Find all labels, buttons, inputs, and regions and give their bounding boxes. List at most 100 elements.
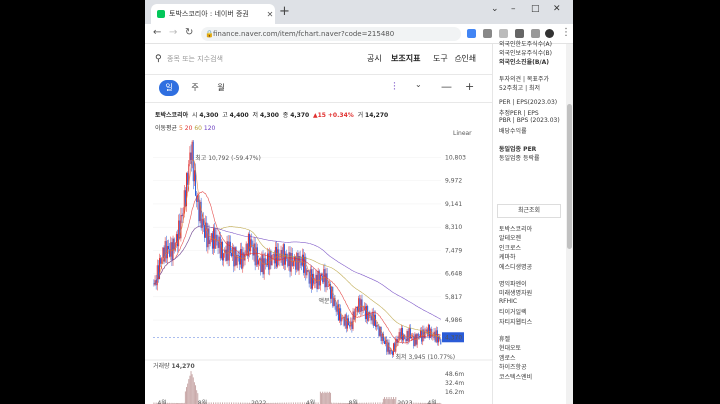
recent-stock-link[interactable]: 케마하 [499, 252, 516, 261]
recent-stock-link[interactable]: 에스디생명공 [499, 262, 532, 271]
candle-body [215, 234, 217, 249]
candle-body [308, 271, 310, 284]
volume-bar [391, 399, 393, 404]
candle-body [189, 152, 191, 165]
recent-stock-link[interactable]: 자티지웹티스 [499, 317, 532, 326]
volume-axis-tick: 48.6m [445, 371, 464, 378]
candle-body [273, 254, 275, 264]
stock-info-item: 동일업종 등락률 [499, 155, 540, 162]
candle-body [231, 252, 233, 257]
candle-body [290, 253, 292, 272]
candle-body [414, 334, 416, 347]
recent-views-tab[interactable]: 최근조회 [497, 204, 561, 218]
zoom-in-icon[interactable]: + [465, 80, 474, 93]
recent-stock-link[interactable]: 토박스코리아 [499, 224, 532, 233]
recent-stock-link[interactable]: 명익파엔이 [499, 279, 527, 288]
reload-icon[interactable]: ↻ [185, 27, 193, 38]
recent-stock-link[interactable]: 현대오토 [499, 343, 521, 352]
candle-body [375, 314, 377, 327]
new-tab-button[interactable]: + [279, 5, 290, 19]
candle-body [213, 228, 215, 249]
search-input[interactable]: ⚲ 종목 또는 지수검색 [155, 52, 305, 66]
bookmark-star-icon[interactable] [499, 29, 508, 38]
lock-icon: 🔒 [205, 30, 214, 38]
candle-body [164, 241, 166, 262]
candle-body [272, 254, 274, 256]
browser-window: 토박스코리아 : 네이버 증권 ✕ + ⌄ – □ ✕ ← → ↻ 🔒 fina… [145, 0, 573, 404]
volume-bar [191, 374, 193, 404]
recent-stock-link[interactable]: 미래생명자원 [499, 288, 532, 297]
candle-body [361, 299, 363, 311]
menu-kebab-icon[interactable]: ⋮ [561, 27, 571, 38]
candle-body [165, 241, 167, 259]
candle-body [160, 258, 162, 264]
address-bar[interactable]: 🔒 finance.naver.com/item/fchart.naver?co… [201, 27, 461, 41]
tab-search-icon[interactable]: ⌄ [491, 4, 499, 14]
scale-mode-toggle[interactable]: Linear [453, 130, 472, 137]
period-monthly[interactable]: 월 [211, 80, 231, 96]
volume-bar [328, 391, 330, 404]
divider [145, 74, 492, 75]
candle-body [263, 258, 265, 275]
recent-stock-link[interactable]: 엠로스 [499, 353, 516, 362]
candle-body [389, 349, 391, 354]
back-icon[interactable]: ← [153, 27, 161, 38]
candle-body [351, 321, 353, 329]
candle-body [312, 273, 314, 289]
menu-indicators[interactable]: 보조지표 [391, 53, 420, 64]
candle-body [359, 298, 361, 312]
recent-stock-link[interactable]: 인크로스 [499, 243, 521, 252]
candle-body [324, 269, 326, 288]
sidepanel-icon[interactable] [531, 29, 540, 38]
desktop-background: 토박스코리아 : 네이버 증권 ✕ + ⌄ – □ ✕ ← → ↻ 🔒 fina… [0, 0, 720, 404]
volume-bar [192, 377, 194, 404]
recent-stock-link[interactable]: 코스텍스엔비 [499, 372, 532, 381]
moving-average-line [153, 225, 441, 320]
minimize-icon[interactable]: – [511, 4, 516, 14]
volume-bar [193, 382, 195, 404]
recent-stock-link[interactable]: 티이거일렉 [499, 307, 527, 316]
price-chart[interactable]: 10,803 9,972 9,141 8,310 7,479 6,648 5,817 4,98… [145, 140, 492, 404]
profile-avatar-icon[interactable] [545, 29, 554, 38]
extensions-icon[interactable] [515, 29, 524, 38]
candle-body [409, 327, 411, 339]
period-weekly[interactable]: 주 [185, 80, 205, 96]
recent-stock-link[interactable]: RFHIC [499, 298, 517, 305]
current-price-label: 4,370 [445, 334, 462, 341]
recent-stock-link[interactable]: 하이즈항공 [499, 362, 527, 371]
menu-tools[interactable]: 도구 [433, 53, 448, 64]
stock-info-item: 외국인보유주식수(B) [499, 50, 552, 57]
zoom-out-icon[interactable]: — [441, 80, 452, 93]
share-icon[interactable] [483, 29, 492, 38]
chart-type-icon[interactable]: ⫶ [393, 80, 396, 94]
period-daily[interactable]: 일 [159, 80, 179, 96]
volume-bar [188, 379, 190, 404]
menu-print[interactable]: ⎙인쇄 [455, 53, 476, 64]
candle-body [271, 255, 273, 266]
candle-body [264, 258, 266, 265]
candle-body [292, 260, 294, 266]
chart-type-dropdown-icon[interactable]: ⌄ [415, 80, 422, 89]
menu-print-label: 인쇄 [461, 54, 477, 63]
forward-icon[interactable]: → [169, 27, 177, 38]
candle-body [366, 306, 368, 320]
candle-body [237, 254, 239, 256]
maximize-icon[interactable]: □ [531, 4, 540, 14]
candle-body [322, 275, 324, 283]
google-icon[interactable] [467, 29, 476, 38]
recent-stock-link[interactable]: 휴젤 [499, 334, 510, 343]
recent-stock-link[interactable]: 알테오젠 [499, 233, 521, 242]
browser-tab[interactable]: 토박스코리아 : 네이버 증권 ✕ [151, 4, 275, 24]
menu-disclosure[interactable]: 공시 [367, 53, 382, 64]
close-value: 4,370 [290, 112, 310, 119]
stock-info-item: 배당수익률 [499, 128, 527, 135]
candle-body [440, 339, 442, 345]
candle-body [332, 286, 334, 307]
close-tab-icon[interactable]: ✕ [265, 10, 275, 19]
scrollbar-thumb[interactable] [567, 104, 572, 249]
candle-body [367, 306, 369, 321]
volume-bar [326, 391, 328, 404]
candle-body [417, 333, 419, 337]
close-window-icon[interactable]: ✕ [553, 4, 561, 14]
scrollbar[interactable] [566, 44, 573, 404]
